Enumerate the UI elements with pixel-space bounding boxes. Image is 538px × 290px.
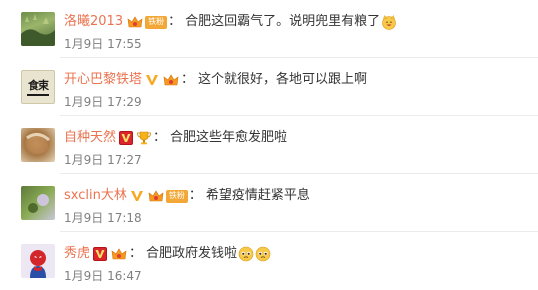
comment-text: 合肥政府发钱啦 bbox=[146, 246, 238, 261]
comment-time[interactable]: 1月9日 16:47 bbox=[64, 268, 142, 284]
pleading-face-emoji-icon bbox=[238, 246, 254, 262]
comment-header: sxclin大林 铁粉 ： 希望疫情赶紧平息 bbox=[64, 186, 310, 206]
username-link[interactable]: 自种天然 bbox=[64, 128, 116, 148]
avatar-logo-text: 食束 bbox=[28, 79, 49, 92]
iron-fan-badge[interactable]: 铁粉 bbox=[145, 15, 168, 29]
username-link[interactable]: 开心巴黎铁塔 bbox=[64, 70, 142, 90]
member-crown-icon[interactable] bbox=[110, 247, 128, 261]
verified-red-v-icon[interactable] bbox=[93, 247, 108, 261]
comment-item: sxclin大林 铁粉 ： 希望疫情赶紧平息 1月9日 17:18 bbox=[0, 174, 538, 232]
iron-fan-badge[interactable]: 铁粉 bbox=[165, 189, 188, 203]
avatar-logo-bar bbox=[27, 94, 49, 96]
avatar[interactable] bbox=[21, 244, 55, 278]
comment-header: 秀虎 ： 合肥政府发钱啦 bbox=[64, 244, 271, 264]
avatar[interactable] bbox=[21, 128, 55, 162]
comment-time[interactable]: 1月9日 17:29 bbox=[64, 94, 142, 110]
comment-time[interactable]: 1月9日 17:55 bbox=[64, 36, 142, 52]
laughing-cat-emoji-icon bbox=[381, 14, 397, 30]
verified-gold-v-icon[interactable] bbox=[129, 189, 144, 203]
comment-text: 这个就很好，各地可以跟上啊 bbox=[198, 72, 368, 87]
comment-time[interactable]: 1月9日 17:18 bbox=[64, 210, 142, 226]
comment-text: 合肥这些年愈发肥啦 bbox=[170, 130, 288, 145]
avatar[interactable] bbox=[21, 12, 55, 46]
pleading-face-emoji-icon bbox=[255, 246, 271, 262]
comment-header: 开心巴黎铁塔 ： 这个就很好，各地可以跟上啊 bbox=[64, 70, 367, 90]
avatar[interactable] bbox=[21, 186, 55, 220]
member-crown-icon[interactable] bbox=[147, 189, 165, 203]
comment-text: 希望疫情赶紧平息 bbox=[205, 188, 310, 203]
comment-text: 合肥这回霸气了。说明兜里有粮了 bbox=[185, 14, 381, 29]
avatar[interactable]: 食束 bbox=[21, 70, 55, 104]
comment-header: 自种天然 ： 合肥这些年愈发肥啦 bbox=[64, 128, 287, 148]
trophy-icon[interactable] bbox=[136, 131, 152, 145]
avatar-image bbox=[28, 194, 49, 213]
verified-gold-v-icon[interactable] bbox=[145, 73, 160, 87]
comment-item: 自种天然 ： 合肥这些年愈发肥啦 1月9日 17:27 bbox=[0, 116, 538, 174]
comment-item: 秀虎 ： 合肥政府发钱啦 1月9日 16:47 bbox=[0, 232, 538, 290]
comment-item: 洛曦2013 铁粉 ： 合肥这回霸气了。说明兜里有粮了 1月9日 17:55 bbox=[0, 0, 538, 58]
member-crown-icon[interactable] bbox=[126, 15, 144, 29]
username-link[interactable]: 洛曦2013 bbox=[64, 12, 123, 32]
spiderman-avatar-icon bbox=[30, 250, 46, 278]
username-link[interactable]: 秀虎 bbox=[64, 244, 90, 264]
avatar-image bbox=[21, 14, 55, 46]
comment-item: 食束 开心巴黎铁塔 ： 这个就很好，各地可以跟上啊 1月9日 17:29 bbox=[0, 58, 538, 116]
comment-header: 洛曦2013 铁粉 ： 合肥这回霸气了。说明兜里有粮了 bbox=[64, 12, 397, 32]
username-link[interactable]: sxclin大林 bbox=[64, 186, 127, 206]
member-crown-icon[interactable] bbox=[162, 73, 180, 87]
verified-red-v-icon[interactable] bbox=[119, 131, 134, 145]
comment-time[interactable]: 1月9日 17:27 bbox=[64, 152, 142, 168]
avatar-image bbox=[26, 133, 51, 154]
